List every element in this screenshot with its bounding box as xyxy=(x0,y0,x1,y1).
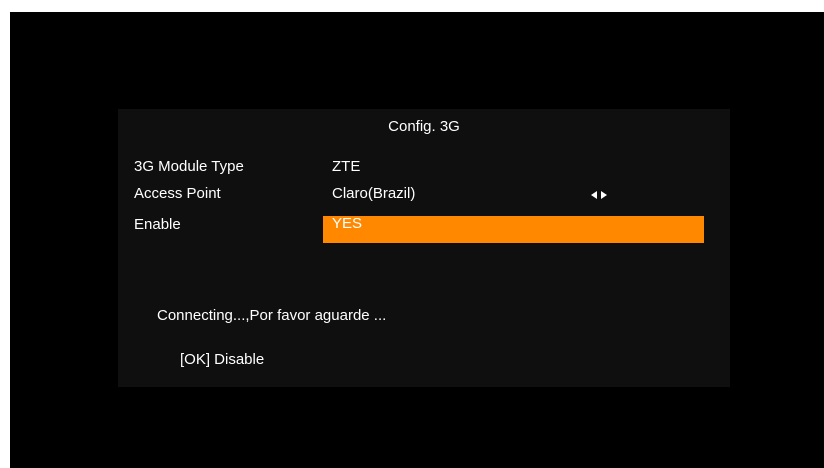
tv-screen: Config. 3G 3G Module Type ZTE Access Poi… xyxy=(10,12,824,468)
arrow-left-icon[interactable] xyxy=(591,191,597,199)
config-3g-dialog: Config. 3G 3G Module Type ZTE Access Poi… xyxy=(118,109,730,387)
enable-label: Enable xyxy=(134,216,181,233)
access-point-value[interactable]: Claro(Brazil) xyxy=(332,185,415,203)
ok-disable-hint: [OK] Disable xyxy=(180,351,265,368)
left-right-arrows-icon[interactable] xyxy=(591,190,609,200)
access-point-label: Access Point xyxy=(134,185,221,202)
enable-selector[interactable]: YES xyxy=(323,215,704,243)
dialog-title: Config. 3G xyxy=(388,118,460,135)
module-type-label: 3G Module Type xyxy=(134,158,244,175)
arrow-right-icon[interactable] xyxy=(601,191,607,199)
enable-value: YES xyxy=(332,215,363,232)
module-type-value[interactable]: ZTE xyxy=(332,158,360,176)
connection-status: Connecting...,Por favor aguarde ... xyxy=(157,307,387,324)
